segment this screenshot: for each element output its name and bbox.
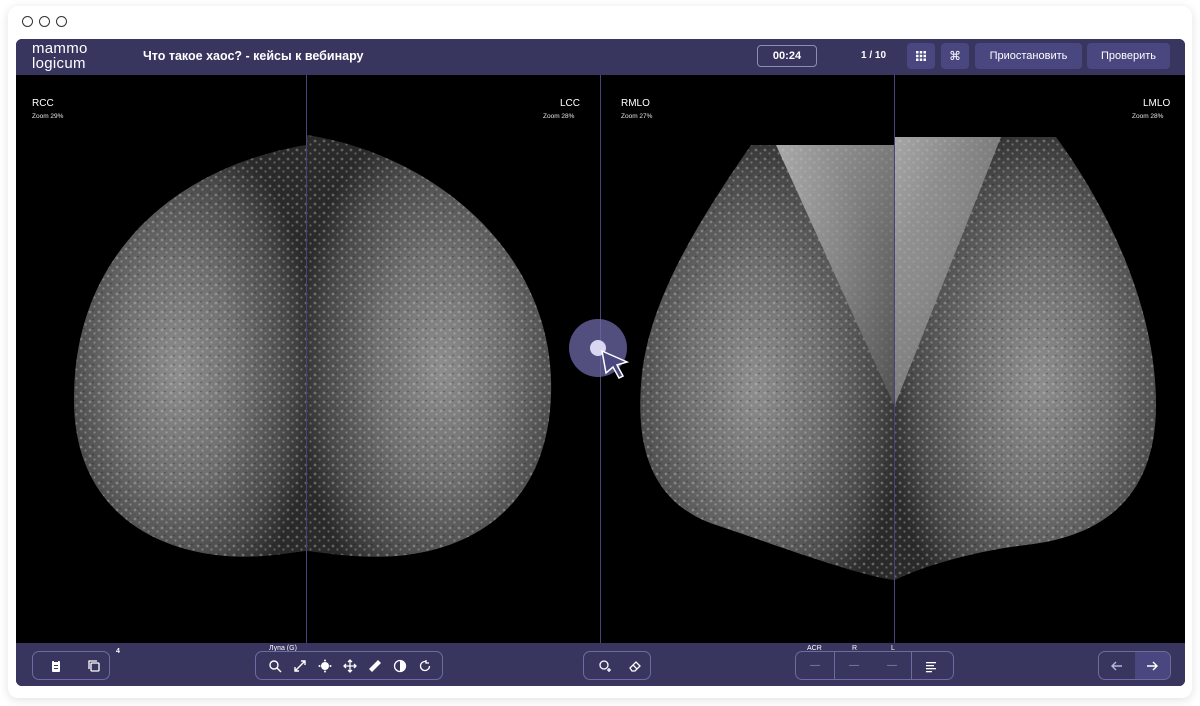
- rotate-icon: [419, 659, 431, 671]
- grid-icon: [916, 51, 926, 61]
- page-title: Что такое хаос? - кейсы к вебинару: [143, 49, 364, 63]
- search-icon: [269, 659, 282, 672]
- previous-button[interactable]: [1099, 652, 1135, 679]
- view-label-lmlo: LMLO: [1143, 98, 1171, 109]
- window-dot-icon[interactable]: [39, 16, 50, 27]
- brightness-button[interactable]: [314, 655, 336, 677]
- view-zoom-lmlo: Zoom 28%: [1132, 113, 1164, 120]
- contrast-button[interactable]: [389, 655, 411, 677]
- window-frame: mammo logicum Что такое хаос? - кейсы к …: [8, 6, 1192, 698]
- pan-button[interactable]: [339, 655, 361, 677]
- series-group: [32, 651, 110, 680]
- image-tools-group: [255, 651, 443, 680]
- logo-line-1: mammo: [32, 40, 88, 57]
- copy-icon: [88, 659, 100, 672]
- arrow-right-icon: [1147, 661, 1159, 670]
- brightness-icon: [318, 659, 332, 672]
- pause-button[interactable]: Приостановить: [975, 43, 1082, 69]
- ruler-button[interactable]: [364, 655, 386, 677]
- series-count-badge: 4: [116, 648, 120, 655]
- ruler-icon: [369, 659, 381, 672]
- cursor-arrow-icon: [601, 349, 630, 379]
- arrow-left-icon: [1110, 661, 1122, 670]
- view-divider: [894, 75, 895, 643]
- navigation-group: [1098, 651, 1171, 680]
- report-icon: [926, 661, 936, 672]
- expand-icon: [294, 659, 306, 672]
- add-circle-icon: [599, 659, 611, 672]
- report-button[interactable]: [920, 655, 942, 677]
- check-button[interactable]: Проверить: [1087, 43, 1170, 69]
- logo: mammo logicum: [32, 41, 88, 71]
- timer: 00:24: [757, 45, 817, 67]
- app-container: mammo logicum Что такое хаос? - кейсы к …: [16, 39, 1185, 686]
- annotation-tools-group: [583, 651, 651, 680]
- view-zoom-rmlo: Zoom 27%: [621, 113, 653, 120]
- top-bar: mammo logicum Что такое хаос? - кейсы к …: [16, 39, 1185, 75]
- bottom-toolbar: 4 Лупа (G) ACR R L — — —: [16, 643, 1185, 686]
- image-viewer[interactable]: RCC Zoom 29% LCC Zoom 28% RMLO Zoom 27% …: [16, 75, 1185, 643]
- view-zoom-lcc: Zoom 28%: [543, 113, 575, 120]
- window-dot-icon[interactable]: [22, 16, 33, 27]
- rotate-button[interactable]: [414, 655, 436, 677]
- add-marker-button[interactable]: [594, 655, 616, 677]
- contrast-icon: [393, 659, 407, 672]
- eraser-icon: [629, 660, 641, 672]
- view-zoom-rcc: Zoom 29%: [32, 113, 64, 120]
- view-label-lcc: LCC: [560, 98, 581, 109]
- next-button[interactable]: [1134, 652, 1170, 679]
- density-group: — — —: [795, 651, 954, 680]
- magnifier-button[interactable]: [264, 655, 286, 677]
- window-dot-icon[interactable]: [56, 16, 67, 27]
- window-controls: [22, 16, 67, 27]
- acr-value[interactable]: —: [796, 660, 834, 671]
- view-label-rmlo: RMLO: [621, 98, 650, 109]
- logo-line-2: logicum: [32, 55, 86, 72]
- separator: [911, 652, 912, 679]
- right-value[interactable]: —: [835, 660, 873, 671]
- clipboard-button[interactable]: [45, 655, 67, 677]
- series-button[interactable]: [83, 655, 105, 677]
- grid-button[interactable]: [907, 43, 935, 69]
- shortcuts-button[interactable]: ⌘: [941, 43, 969, 69]
- view-label-rcc: RCC: [32, 98, 54, 109]
- zoom-button[interactable]: [289, 655, 311, 677]
- view-divider: [306, 75, 307, 643]
- clipboard-icon: [52, 659, 60, 672]
- eraser-button[interactable]: [624, 655, 646, 677]
- case-counter: 1 / 10: [861, 50, 887, 61]
- move-icon: [343, 658, 357, 673]
- command-icon: ⌘: [949, 49, 961, 63]
- left-value[interactable]: —: [873, 660, 911, 671]
